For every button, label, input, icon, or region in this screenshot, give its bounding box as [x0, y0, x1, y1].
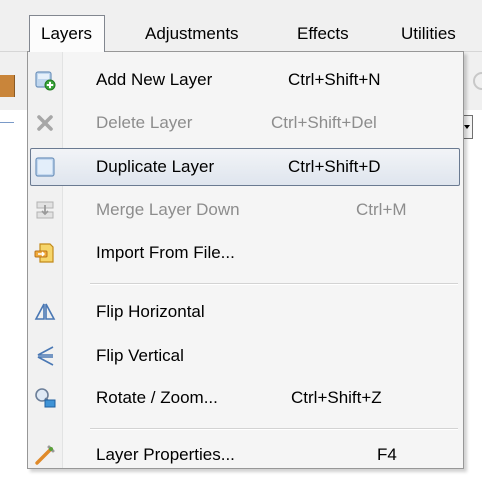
- layers-dropdown-menu: Add New Layer Ctrl+Shift+N Delete Layer …: [27, 51, 464, 469]
- menu-item-add-new-layer[interactable]: Add New Layer Ctrl+Shift+N: [30, 61, 460, 99]
- menu-item-label: Flip Horizontal: [96, 302, 205, 321]
- menu-item-label: Merge Layer Down: [96, 200, 240, 219]
- menu-separator: [90, 283, 458, 285]
- menu-separator: [90, 428, 458, 430]
- menu-item-label: Layer Properties...: [96, 445, 235, 464]
- menu-utilities[interactable]: Utilities: [401, 19, 456, 49]
- merge-layer-down-icon: [34, 199, 56, 221]
- background-toolbar-button: [0, 75, 15, 97]
- rotate-zoom-icon: [34, 387, 56, 409]
- flip-vertical-icon: [34, 345, 56, 367]
- paint-app-window: Layers Adjustments Effects Utilities Add…: [0, 0, 482, 491]
- duplicate-layer-icon: [34, 156, 56, 178]
- menu-bar: Layers Adjustments Effects Utilities: [0, 0, 482, 52]
- add-layer-icon: [34, 69, 56, 91]
- menu-item-label: Delete Layer: [96, 113, 193, 132]
- menu-item-shortcut: F4: [377, 445, 397, 464]
- menu-item-shortcut: Ctrl+Shift+Del: [271, 113, 377, 132]
- menu-item-duplicate-layer[interactable]: Duplicate Layer Ctrl+Shift+D: [30, 148, 460, 186]
- menu-adjustments[interactable]: Adjustments: [145, 19, 239, 49]
- menu-layers[interactable]: Layers: [29, 15, 106, 52]
- menu-item-delete-layer[interactable]: Delete Layer Ctrl+Shift+Del: [30, 104, 460, 142]
- layer-properties-icon: [34, 444, 56, 466]
- menu-item-label: Flip Vertical: [96, 346, 184, 365]
- menu-item-label: Import From File...: [96, 243, 235, 262]
- menu-item-shortcut: Ctrl+Shift+Z: [291, 388, 382, 407]
- menu-item-label: Rotate / Zoom...: [96, 388, 218, 407]
- menu-item-flip-vertical[interactable]: Flip Vertical: [30, 337, 460, 375]
- menu-item-merge-layer-down[interactable]: Merge Layer Down Ctrl+M: [30, 191, 460, 229]
- menu-item-shortcut: Ctrl+Shift+D: [288, 157, 381, 176]
- menu-effects[interactable]: Effects: [297, 19, 349, 49]
- menu-item-import-from-file[interactable]: Import From File...: [30, 234, 460, 272]
- flip-horizontal-icon: [34, 301, 56, 323]
- delete-layer-icon: [34, 112, 56, 134]
- menu-item-label: Duplicate Layer: [96, 157, 215, 176]
- menu-item-shortcut: Ctrl+M: [356, 200, 407, 219]
- menu-item-rotate-zoom[interactable]: Rotate / Zoom... Ctrl+Shift+Z: [30, 379, 460, 417]
- menu-item-flip-horizontal[interactable]: Flip Horizontal: [30, 293, 460, 331]
- menu-item-layer-properties[interactable]: Layer Properties... F4: [30, 436, 460, 474]
- menu-item-label: Add New Layer: [96, 70, 213, 89]
- menu-item-shortcut: Ctrl+Shift+N: [288, 70, 381, 89]
- import-file-icon: [34, 242, 56, 264]
- background-divider: [0, 122, 14, 123]
